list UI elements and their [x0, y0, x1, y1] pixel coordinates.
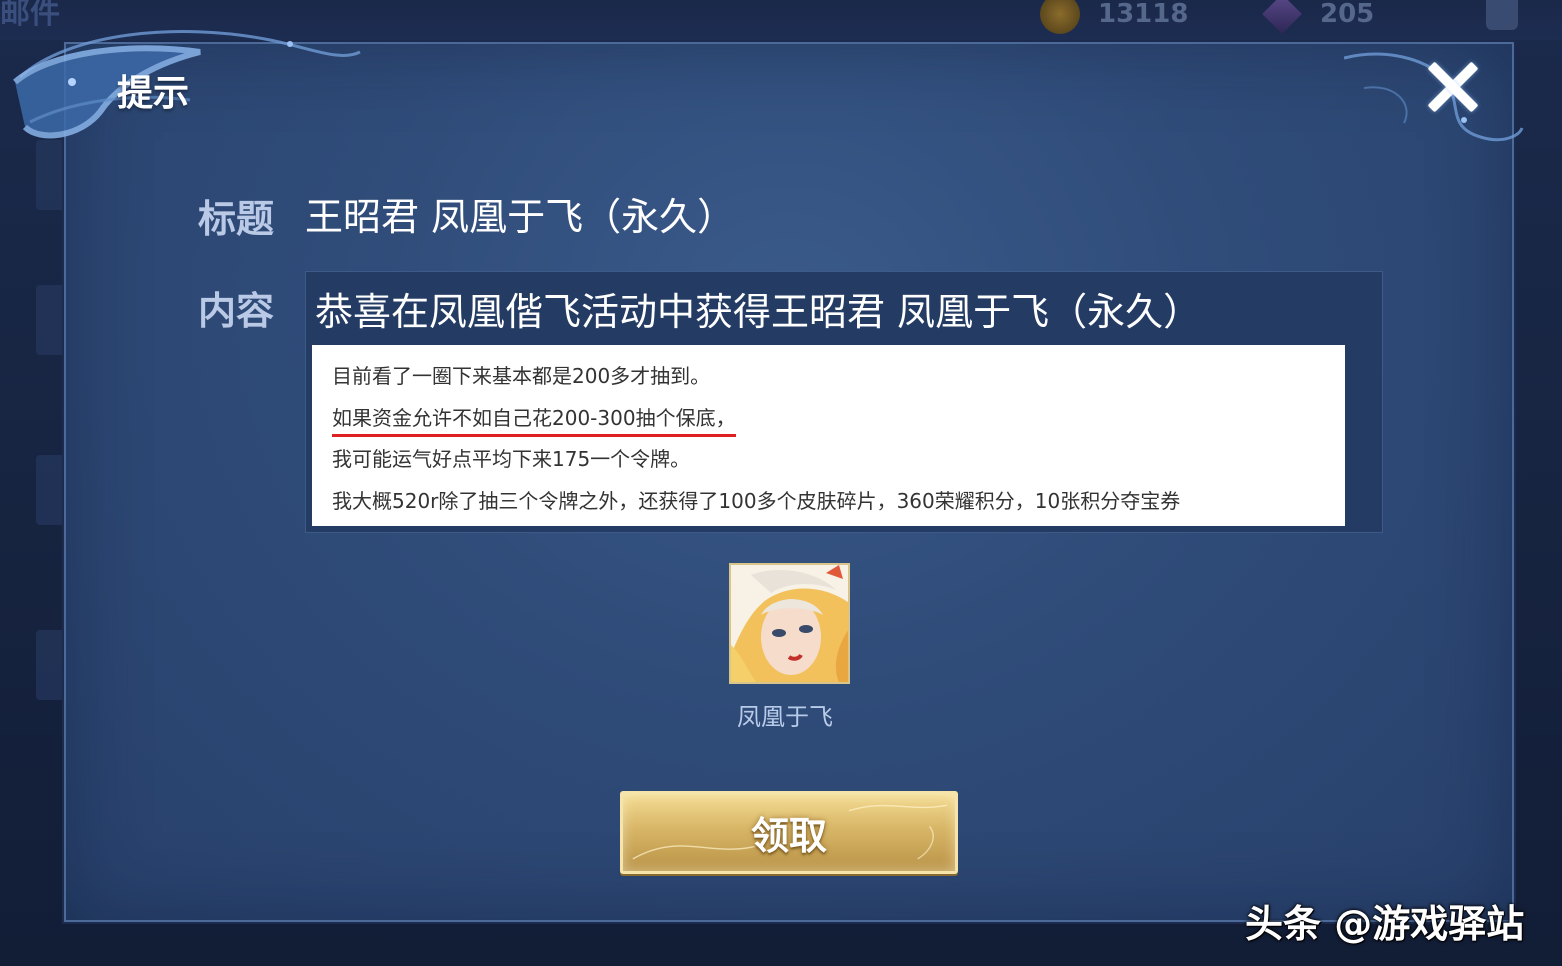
- note-line-underlined: 如果资金允许不如自己花200-300抽个保底，: [332, 401, 1345, 443]
- claim-button-label: 领取: [750, 814, 827, 858]
- swirl-decoration-icon: [13, 30, 361, 139]
- content-value: 恭喜在凤凰偕飞活动中获得王昭君 凤凰于飞（永久）: [315, 290, 1202, 334]
- bag-resource: [1486, 0, 1518, 30]
- gold-resource: 13118: [1040, 0, 1188, 34]
- reward-name: 凤凰于飞: [737, 703, 833, 731]
- gem-resource: 205: [1262, 0, 1374, 34]
- claim-button[interactable]: 领取: [620, 791, 958, 874]
- mail-list-icon: [36, 285, 66, 355]
- note-line: 我大概520r除了抽三个令牌之外，还获得了100多个皮肤碎片，360荣耀积分，1…: [332, 488, 1181, 513]
- content-label: 内容: [198, 289, 275, 333]
- gold-coin-icon: [1040, 0, 1080, 34]
- gem-count: 205: [1320, 0, 1375, 29]
- note-line: 目前看了一圈下来基本都是200多才抽到。: [332, 364, 711, 388]
- scroll-icon: [1486, 0, 1518, 30]
- gold-count: 13118: [1098, 0, 1189, 29]
- mail-list-icon: [36, 630, 66, 700]
- close-icon[interactable]: [1422, 56, 1484, 118]
- subject-value: 王昭君 凤凰于飞（永久）: [305, 195, 736, 239]
- note-line-text: 如果资金允许不如自己花200-300抽个保底，: [332, 405, 736, 437]
- note-line: 我可能运气好点平均下来175一个令牌。: [332, 447, 691, 471]
- subject-label: 标题: [198, 197, 275, 241]
- dialog-title: 提示: [117, 73, 190, 114]
- note-overlay: 目前看了一圈下来基本都是200多才抽到。 如果资金允许不如自己花200-300抽…: [312, 345, 1345, 526]
- gem-icon: [1262, 0, 1302, 34]
- watermark: 头条 @游戏驿站: [1245, 902, 1525, 946]
- skin-portrait-icon[interactable]: [729, 563, 850, 684]
- mail-list-icon: [36, 455, 66, 525]
